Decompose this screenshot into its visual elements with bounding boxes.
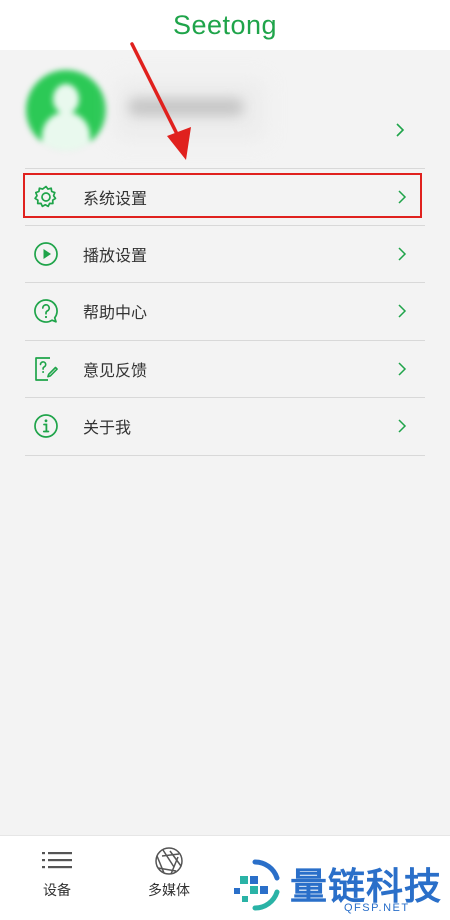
- menu-item-about[interactable]: 关于我: [25, 398, 425, 456]
- chevron-right-icon: [398, 304, 407, 318]
- chevron-right-icon[interactable]: [394, 122, 406, 138]
- top-bar: Seetong: [0, 0, 450, 50]
- feedback-icon: [35, 356, 58, 381]
- app-title: Seetong: [172, 9, 278, 40]
- chevron-right-icon: [398, 247, 407, 261]
- menu-item-system-settings[interactable]: 系统设置: [25, 168, 425, 226]
- tab-label: 多媒体: [148, 883, 190, 899]
- menu-item-playback-settings[interactable]: 播放设置: [25, 226, 425, 283]
- profile-card[interactable]: [0, 50, 450, 168]
- menu-label: 播放设置: [83, 245, 148, 265]
- menu-label: 帮助中心: [83, 303, 148, 323]
- tab-media[interactable]: 多媒体: [124, 846, 214, 900]
- menu-label: 关于我: [83, 418, 132, 438]
- chevron-right-icon: [398, 419, 407, 433]
- menu-label: 意见反馈: [83, 360, 148, 380]
- list-icon: [42, 852, 72, 869]
- tab-devices[interactable]: 设备: [12, 846, 102, 900]
- watermark-logo-icon: [234, 859, 280, 911]
- chevron-right-icon: [398, 362, 407, 376]
- menu-item-help-center[interactable]: 帮助中心: [25, 283, 425, 341]
- aperture-icon: [155, 847, 183, 875]
- play-icon: [34, 241, 58, 266]
- username-blurred: [128, 98, 244, 116]
- tab-label: 设备: [43, 883, 71, 899]
- chevron-right-icon: [398, 190, 407, 204]
- watermark: 量链科技 QFSP.NET: [228, 856, 450, 920]
- avatar[interactable]: [26, 70, 106, 150]
- menu-label: 系统设置: [83, 188, 148, 208]
- settings-menu: 系统设置 播放设置 帮助中心 意见反馈 关于我: [0, 168, 450, 456]
- question-icon: [34, 299, 58, 324]
- menu-item-feedback[interactable]: 意见反馈: [25, 341, 425, 398]
- info-icon: [34, 414, 58, 439]
- gear-icon: [34, 185, 57, 207]
- watermark-subtext: QFSP.NET: [344, 902, 410, 914]
